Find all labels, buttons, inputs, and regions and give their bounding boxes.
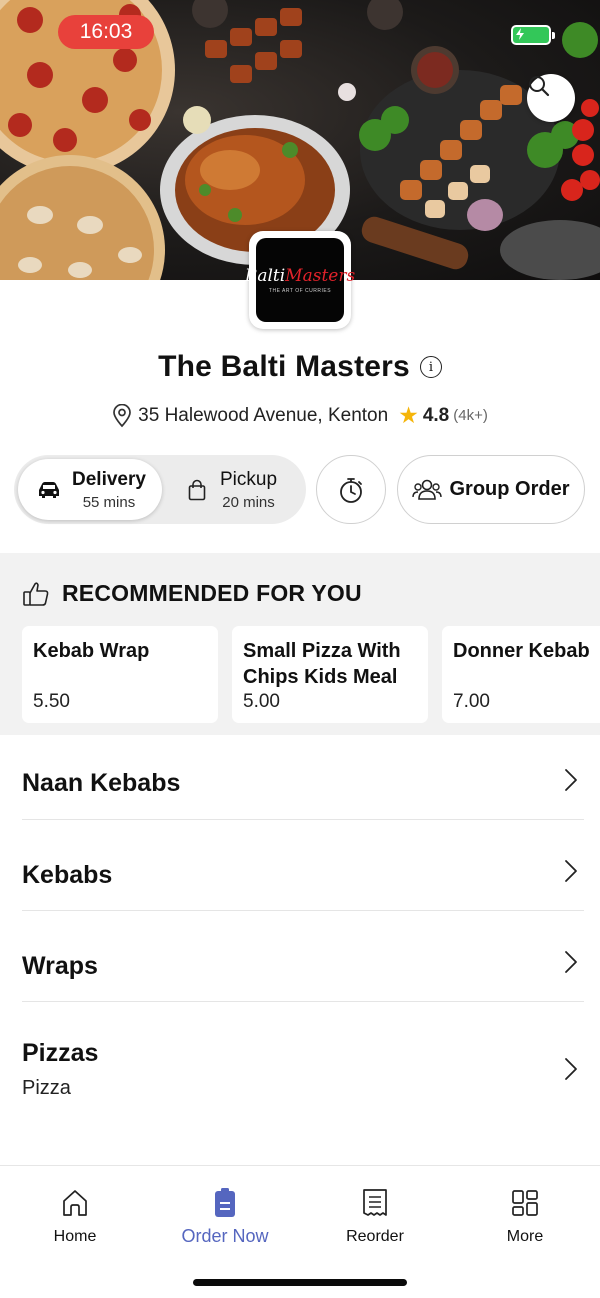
tab-label: Order Now (181, 1226, 269, 1246)
pickup-option[interactable]: Pickup 20 mins (180, 459, 302, 520)
restaurant-address: 35 Halewood Avenue, Kenton (138, 404, 389, 426)
category-row-wraps[interactable]: Wraps (22, 911, 584, 1002)
location-pin-icon (113, 403, 132, 427)
group-order-button[interactable]: Group Order (397, 455, 585, 524)
recommended-item-price: 7.00 (453, 691, 490, 712)
chevron-right-icon (565, 1058, 577, 1080)
recommended-section: RECOMMENDED FOR YOU Kebab Wrap 5.50 Smal… (0, 553, 600, 735)
address-row: 35 Halewood Avenue, Kenton ★ 4.8 (4k+) (0, 402, 600, 429)
pickup-label: Pickup (220, 468, 278, 490)
order-mode-toggle: Delivery 55 mins Pickup 20 mins (14, 455, 306, 524)
category-row-pizzas[interactable]: Pizzas Pizza (22, 1002, 584, 1122)
tab-label: Reorder (346, 1228, 404, 1245)
tab-label: More (506, 1228, 544, 1245)
chevron-right-icon (565, 951, 577, 973)
home-indicator[interactable] (193, 1279, 407, 1286)
search-icon (529, 76, 550, 97)
recommended-card[interactable]: Small Pizza With Chips Kids Meal 5.00 (232, 626, 428, 723)
recommended-item-name: Kebab Wrap (33, 640, 150, 662)
tab-more[interactable]: More (465, 1188, 585, 1246)
thumbs-up-icon (23, 581, 49, 606)
status-time: 16:03 (58, 15, 154, 49)
info-icon[interactable]: i (419, 356, 442, 378)
receipt-icon (363, 1189, 387, 1216)
car-icon (39, 481, 59, 498)
rating-count: (4k+) (453, 407, 488, 424)
category-name: Kebabs (22, 861, 113, 889)
delivery-label: Delivery (72, 468, 146, 490)
bag-icon (188, 479, 206, 500)
group-order-label: Group Order (449, 478, 570, 500)
order-icon (215, 1188, 235, 1217)
pickup-time: 20 mins (222, 493, 275, 511)
delivery-time: 55 mins (82, 493, 136, 511)
recommended-card[interactable]: Donner Kebab 7.00 (442, 626, 600, 723)
chevron-right-icon (565, 769, 577, 791)
restaurant-logo: BaltiMasters THE ART OF CURRIES (245, 231, 355, 329)
timer-icon (340, 477, 362, 503)
recommended-heading: RECOMMENDED FOR YOU (62, 580, 362, 606)
category-name: Wraps (22, 952, 98, 980)
category-subtitle: Pizza (22, 1077, 71, 1099)
recommended-item-name: Donner Kebab (453, 640, 590, 662)
category-row-kebabs[interactable]: Kebabs (22, 820, 584, 911)
star-icon: ★ (398, 402, 419, 428)
chevron-right-icon (565, 860, 577, 882)
recommended-card[interactable]: Kebab Wrap 5.50 (22, 626, 218, 723)
search-button[interactable] (527, 74, 575, 122)
delivery-option[interactable]: Delivery 55 mins (18, 459, 162, 520)
category-name: Pizzas (22, 1039, 99, 1067)
home-icon (63, 1190, 87, 1216)
tab-home[interactable]: Home (15, 1188, 135, 1246)
tab-order-now[interactable]: Order Now (165, 1188, 285, 1247)
recommended-item-price: 5.00 (243, 691, 280, 712)
recommended-item-price: 5.50 (33, 691, 70, 712)
battery-charging-icon (511, 25, 555, 45)
tab-label: Home (53, 1228, 97, 1245)
rating-value: 4.8 (422, 404, 450, 426)
category-row-naan-kebabs[interactable]: Naan Kebabs (22, 735, 584, 820)
tab-reorder[interactable]: Reorder (315, 1188, 435, 1246)
category-name: Naan Kebabs (22, 769, 181, 797)
restaurant-name: The Balti Masters (158, 350, 410, 383)
schedule-button[interactable] (316, 455, 386, 524)
grid-icon (512, 1190, 538, 1216)
recommended-item-name: Small Pizza With Chips Kids Meal (243, 640, 401, 688)
group-icon (412, 479, 443, 500)
